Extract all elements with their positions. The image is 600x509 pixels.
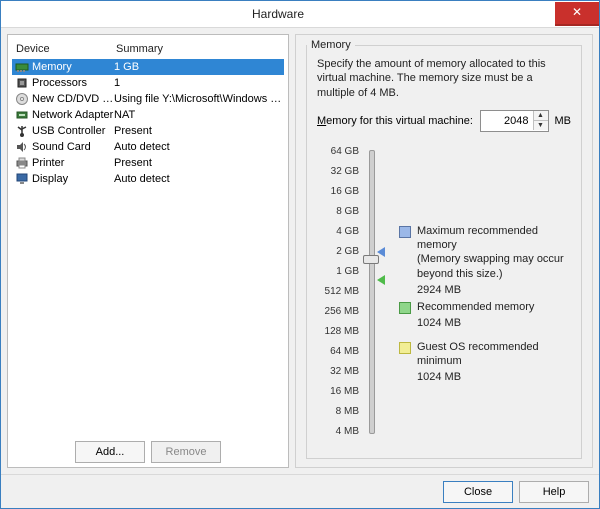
- memory-unit: MB: [555, 115, 572, 127]
- memory-input-label: Memory for this virtual machine:: [317, 115, 474, 127]
- device-name: Printer: [32, 157, 114, 169]
- tick-label: 128 MB: [325, 322, 359, 342]
- cpu-icon: [14, 75, 30, 91]
- hardware-window: Hardware ✕ Device Summary Memory1 GBProc…: [0, 0, 600, 509]
- legend-max-swatch-icon: [399, 226, 411, 238]
- tick-label: 512 MB: [325, 282, 359, 302]
- device-name: Display: [32, 173, 114, 185]
- device-name: Network Adapter: [32, 109, 114, 121]
- device-summary: Present: [114, 157, 282, 169]
- tick-label: 16 MB: [330, 382, 359, 402]
- legend-min-swatch-icon: [399, 342, 411, 354]
- display-icon: [14, 171, 30, 187]
- device-buttons: Add... Remove: [12, 435, 284, 463]
- nic-icon: [14, 107, 30, 123]
- marker-max-icon: [377, 247, 385, 257]
- memory-groupbox: Memory Specify the amount of memory allo…: [306, 39, 582, 459]
- device-name: Processors: [32, 77, 114, 89]
- tick-label: 1 GB: [336, 262, 359, 282]
- memory-slider[interactable]: [359, 142, 389, 442]
- spinner-up-icon[interactable]: ▲: [534, 111, 548, 121]
- memory-legend: Maximum recommended memory (Memory swapp…: [389, 142, 571, 442]
- device-row[interactable]: Processors1: [12, 75, 284, 91]
- device-name: New CD/DVD (...: [32, 93, 114, 105]
- legend-max-value: 2924 MB: [417, 283, 571, 297]
- tick-label: 16 GB: [331, 182, 359, 202]
- spinner-down-icon[interactable]: ▼: [534, 121, 548, 130]
- slider-track: [369, 150, 375, 434]
- tick-label: 2 GB: [336, 242, 359, 262]
- slider-tick-labels: 64 GB32 GB16 GB8 GB4 GB2 GB1 GB512 MB256…: [317, 142, 359, 442]
- legend-min-value: 1024 MB: [417, 370, 571, 384]
- device-row[interactable]: Memory1 GB: [12, 59, 284, 75]
- tick-label: 256 MB: [325, 302, 359, 322]
- device-name: USB Controller: [32, 125, 114, 137]
- legend-max: Maximum recommended memory (Memory swapp…: [399, 224, 571, 297]
- tick-label: 32 MB: [330, 362, 359, 382]
- legend-rec-value: 1024 MB: [417, 316, 534, 330]
- help-button[interactable]: Help: [519, 481, 589, 503]
- tick-label: 4 GB: [336, 222, 359, 242]
- tick-label: 8 MB: [336, 402, 359, 422]
- tick-label: 8 GB: [336, 202, 359, 222]
- sound-icon: [14, 139, 30, 155]
- disc-icon: [14, 91, 30, 107]
- device-name: Sound Card: [32, 141, 114, 153]
- device-row[interactable]: New CD/DVD (...Using file Y:\Microsoft\W…: [12, 91, 284, 107]
- device-row[interactable]: Network AdapterNAT: [12, 107, 284, 123]
- legend-max-note: (Memory swapping may occur beyond this s…: [417, 252, 571, 281]
- tick-label: 4 MB: [336, 422, 359, 442]
- body: Device Summary Memory1 GBProcessors1New …: [1, 28, 599, 474]
- spinner-buttons[interactable]: ▲ ▼: [533, 111, 548, 130]
- memory-icon: [14, 59, 30, 75]
- col-header-summary: Summary: [116, 43, 282, 55]
- legend-rec-title: Recommended memory: [417, 301, 534, 313]
- memory-spinner[interactable]: ▲ ▼: [480, 110, 549, 132]
- device-summary: Auto detect: [114, 141, 282, 153]
- marker-rec-icon: [377, 275, 385, 285]
- panes: Device Summary Memory1 GBProcessors1New …: [7, 34, 593, 468]
- tick-label: 64 MB: [330, 342, 359, 362]
- device-summary: Present: [114, 125, 282, 137]
- device-summary: 1: [114, 77, 282, 89]
- memory-input-row: Memory for this virtual machine: ▲ ▼ MB: [317, 110, 571, 132]
- legend-rec-swatch-icon: [399, 302, 411, 314]
- memory-description: Specify the amount of memory allocated t…: [317, 57, 571, 100]
- window-title: Hardware: [1, 7, 555, 21]
- device-row[interactable]: PrinterPresent: [12, 155, 284, 171]
- device-row[interactable]: USB ControllerPresent: [12, 123, 284, 139]
- legend-min-title: Guest OS recommended minimum: [417, 341, 539, 367]
- device-pane: Device Summary Memory1 GBProcessors1New …: [7, 34, 289, 468]
- memory-pane: Memory Specify the amount of memory allo…: [295, 34, 593, 468]
- close-dialog-button[interactable]: Close: [443, 481, 513, 503]
- printer-icon: [14, 155, 30, 171]
- memory-input[interactable]: [481, 112, 533, 130]
- device-summary: Auto detect: [114, 173, 282, 185]
- memory-group-title: Memory: [307, 39, 355, 51]
- remove-button[interactable]: Remove: [151, 441, 221, 463]
- tick-label: 32 GB: [331, 162, 359, 182]
- memory-slider-area: 64 GB32 GB16 GB8 GB4 GB2 GB1 GB512 MB256…: [317, 142, 571, 442]
- device-row[interactable]: DisplayAuto detect: [12, 171, 284, 187]
- legend-min: Guest OS recommended minimum 1024 MB: [399, 340, 571, 385]
- device-list-header: Device Summary: [12, 41, 284, 59]
- add-button[interactable]: Add...: [75, 441, 145, 463]
- col-header-device: Device: [14, 43, 116, 55]
- device-summary: NAT: [114, 109, 282, 121]
- device-name: Memory: [32, 61, 114, 73]
- tick-label: 64 GB: [331, 142, 359, 162]
- device-summary: Using file Y:\Microsoft\Windows 8\...: [114, 93, 282, 105]
- close-button[interactable]: ✕: [555, 2, 599, 26]
- legend-rec: Recommended memory 1024 MB: [399, 300, 534, 331]
- legend-max-title: Maximum recommended memory: [417, 225, 538, 251]
- usb-icon: [14, 123, 30, 139]
- device-row[interactable]: Sound CardAuto detect: [12, 139, 284, 155]
- device-list: Device Summary Memory1 GBProcessors1New …: [12, 41, 284, 435]
- titlebar: Hardware ✕: [1, 1, 599, 28]
- device-summary: 1 GB: [114, 61, 282, 73]
- footer: Close Help: [1, 474, 599, 508]
